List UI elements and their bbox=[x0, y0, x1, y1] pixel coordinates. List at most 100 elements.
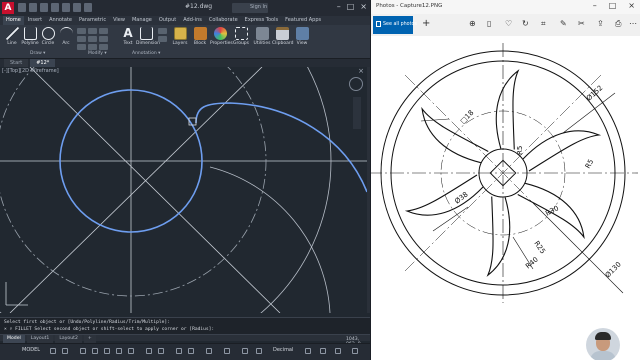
crop-icon[interactable]: ⌗ bbox=[541, 19, 546, 29]
undo-icon[interactable] bbox=[73, 3, 81, 12]
plot-icon[interactable] bbox=[62, 3, 70, 12]
polyline-tool[interactable]: Polyline bbox=[20, 27, 40, 46]
rotate-tool-icon[interactable] bbox=[88, 28, 97, 34]
utilities-tool[interactable]: Utilities bbox=[252, 27, 272, 46]
file-tab-current[interactable]: #12* bbox=[30, 59, 56, 67]
units-selector[interactable]: Decimal bbox=[273, 347, 293, 353]
photos-minimize-icon[interactable]: – bbox=[593, 1, 597, 10]
snap-icon[interactable] bbox=[62, 348, 68, 354]
heart-icon[interactable]: ♡ bbox=[505, 19, 512, 28]
trim-icon[interactable] bbox=[99, 28, 108, 34]
viewcube-icon[interactable] bbox=[349, 77, 363, 91]
clipboard-tool[interactable]: Clipboard bbox=[272, 27, 294, 46]
tab-featured-apps[interactable]: Featured Apps bbox=[282, 16, 324, 25]
grid-icon[interactable] bbox=[50, 348, 56, 354]
save-as-icon[interactable] bbox=[51, 3, 59, 12]
photos-maximize-icon[interactable]: □ bbox=[609, 1, 617, 10]
tab-layout1[interactable]: Layout1 bbox=[26, 335, 54, 343]
tab-output[interactable]: Output bbox=[156, 16, 179, 25]
table-icon[interactable] bbox=[158, 36, 167, 42]
units-icon[interactable] bbox=[256, 348, 262, 354]
draw-icon[interactable]: ✎ bbox=[560, 19, 567, 28]
properties-tool[interactable]: Properties bbox=[210, 27, 233, 46]
sign-in-link[interactable]: Sign In bbox=[250, 4, 267, 10]
tab-parametric[interactable]: Parametric bbox=[76, 16, 109, 25]
annotation-monitor-icon[interactable] bbox=[242, 348, 248, 354]
move-icon[interactable] bbox=[77, 28, 86, 34]
photo-canvas[interactable]: Ø152 □18 R5 R5 Ø38 R30 R25 R40 Ø130 bbox=[371, 36, 640, 360]
model-space-button[interactable]: MODEL bbox=[22, 347, 40, 353]
open-file-icon[interactable] bbox=[29, 3, 37, 12]
otrack-icon[interactable] bbox=[116, 348, 122, 354]
tab-manage[interactable]: Manage bbox=[129, 16, 155, 25]
see-all-photos-button[interactable]: See all photos bbox=[373, 16, 417, 34]
isodraft-icon[interactable] bbox=[104, 348, 110, 354]
scale-icon[interactable] bbox=[88, 44, 97, 50]
mirror-icon[interactable] bbox=[88, 36, 97, 42]
tab-home[interactable]: Home bbox=[3, 16, 24, 25]
close-icon[interactable]: × bbox=[360, 2, 367, 11]
block-tool[interactable]: Block bbox=[190, 27, 210, 46]
tab-layout2[interactable]: Layout2 bbox=[55, 335, 82, 343]
transparency-icon[interactable] bbox=[158, 348, 164, 354]
annotation-scale-icon[interactable] bbox=[188, 348, 194, 354]
more-icon[interactable]: ⋯ bbox=[629, 19, 637, 28]
autocad-logo-icon[interactable]: A bbox=[2, 2, 14, 14]
redo-icon[interactable] bbox=[84, 3, 92, 12]
polar-icon[interactable] bbox=[92, 348, 98, 354]
print-icon[interactable]: ⎙ bbox=[615, 19, 621, 29]
layers-tool[interactable]: Layers bbox=[170, 27, 190, 46]
customization-icon[interactable] bbox=[352, 348, 358, 354]
share-icon[interactable]: ⇪ bbox=[597, 19, 604, 28]
array-icon[interactable] bbox=[99, 44, 108, 50]
circle-tool[interactable]: Circle bbox=[38, 27, 58, 46]
lineweight-icon[interactable] bbox=[146, 348, 152, 354]
annotation-panel-label[interactable]: Annotation ▾ bbox=[132, 51, 160, 56]
viewport-label[interactable]: [-][Top][2D Wireframe] bbox=[2, 68, 59, 74]
new-file-icon[interactable] bbox=[18, 3, 26, 12]
drawing-viewport[interactable]: [-][Top][2D Wireframe] × bbox=[0, 67, 367, 313]
maximize-icon[interactable]: □ bbox=[347, 2, 355, 11]
quick-properties-icon[interactable] bbox=[305, 348, 311, 354]
arc-tool[interactable]: Arc bbox=[56, 27, 76, 46]
tab-add-ins[interactable]: Add-ins bbox=[180, 16, 205, 25]
workspace-gear-icon[interactable] bbox=[224, 348, 230, 354]
vertical-scrollbar[interactable] bbox=[367, 67, 370, 313]
viewport-close-icon[interactable]: × bbox=[358, 67, 364, 75]
tab-insert[interactable]: Insert bbox=[25, 16, 45, 25]
tab-express-tools[interactable]: Express Tools bbox=[242, 16, 281, 25]
dimension-tool[interactable]: Dimension bbox=[136, 27, 160, 46]
clean-screen-icon[interactable] bbox=[335, 348, 341, 354]
view-tool[interactable]: View bbox=[292, 27, 312, 46]
tab-collaborate[interactable]: Collaborate bbox=[206, 16, 241, 25]
stretch-icon[interactable] bbox=[77, 44, 86, 50]
rotate-icon[interactable]: ↻ bbox=[522, 19, 529, 28]
navigation-bar[interactable] bbox=[353, 97, 361, 129]
zoom-in-icon[interactable]: ⊕ bbox=[469, 19, 476, 28]
save-icon[interactable] bbox=[40, 3, 48, 12]
line-tool[interactable]: Line bbox=[2, 27, 22, 46]
copy-icon[interactable] bbox=[77, 36, 86, 42]
annotation-visibility-icon[interactable] bbox=[206, 348, 212, 354]
add-layout-button[interactable]: + bbox=[83, 335, 96, 343]
photos-close-icon[interactable]: × bbox=[628, 1, 635, 10]
ortho-icon[interactable] bbox=[80, 348, 86, 354]
tab-model[interactable]: Model bbox=[3, 335, 25, 343]
modify-panel-label[interactable]: Modify ▾ bbox=[88, 51, 107, 56]
edit-create-icon[interactable]: ✂ bbox=[578, 19, 585, 28]
file-tab-start[interactable]: Start bbox=[4, 59, 29, 67]
text-tool[interactable]: A Text bbox=[118, 27, 138, 47]
selected-arc[interactable] bbox=[195, 102, 367, 193]
draw-panel-label[interactable]: Draw ▾ bbox=[30, 51, 45, 56]
osnap-icon[interactable] bbox=[128, 348, 134, 354]
minimize-icon[interactable]: – bbox=[337, 2, 341, 11]
isolate-objects-icon[interactable] bbox=[320, 348, 326, 354]
leader-icon[interactable] bbox=[158, 28, 167, 34]
selection-cycling-icon[interactable] bbox=[176, 348, 182, 354]
add-to-button[interactable]: + bbox=[422, 18, 430, 29]
tab-annotate[interactable]: Annotate bbox=[46, 16, 75, 25]
tab-view[interactable]: View bbox=[110, 16, 128, 25]
groups-tool[interactable]: Groups bbox=[231, 27, 251, 46]
delete-icon[interactable]: ▯ bbox=[487, 19, 491, 28]
fillet-icon[interactable] bbox=[99, 36, 108, 42]
